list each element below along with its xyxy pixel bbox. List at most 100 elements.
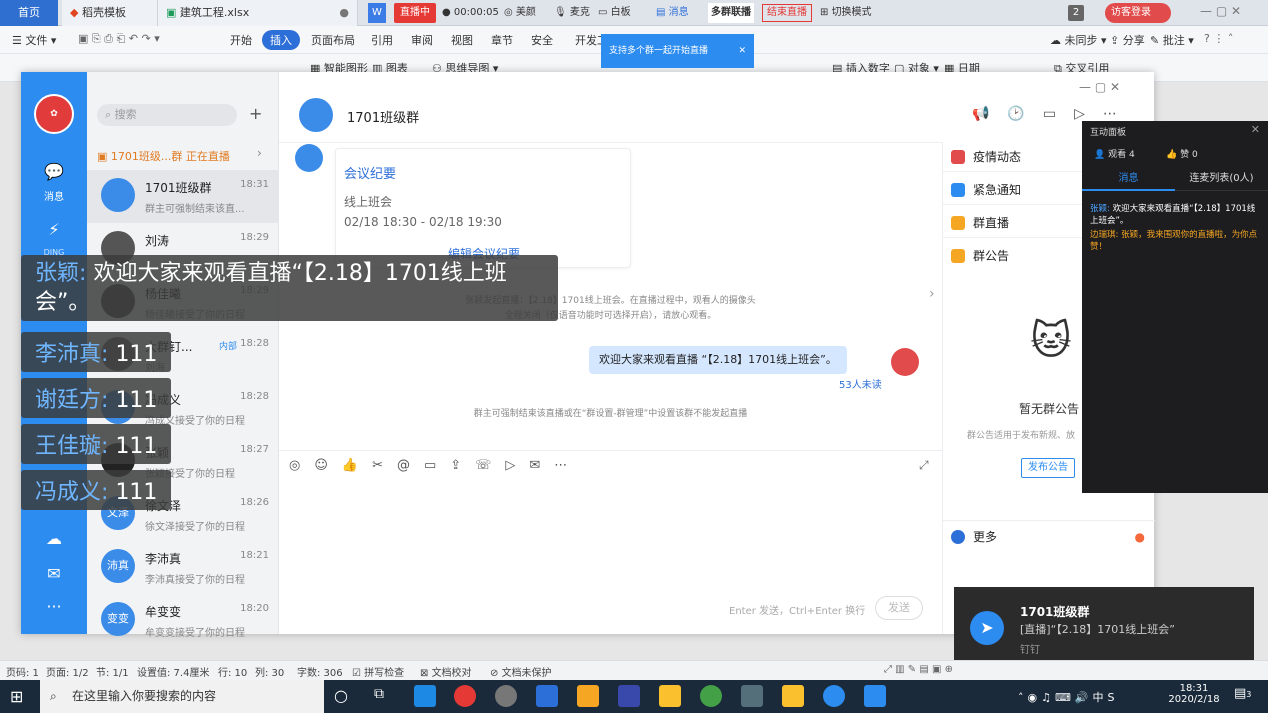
tab-xlsx[interactable]: ▣ 建筑工程.xlsx ● xyxy=(158,0,358,26)
mic-button[interactable]: 🎙 麦克 xyxy=(554,3,590,23)
conversation-item[interactable]: 1701班级群 18:31 群主可强制结束该直... xyxy=(87,170,279,223)
cortana-icon[interactable]: ○ xyxy=(334,686,348,705)
wechat-icon[interactable] xyxy=(700,685,722,707)
ding-icon[interactable]: ⚡ xyxy=(42,218,66,242)
mail-icon[interactable]: ✉ xyxy=(42,562,66,586)
share-button[interactable]: ⇪ 分享 xyxy=(1110,32,1145,48)
sender-avatar[interactable] xyxy=(295,144,323,172)
comment-text: 111 xyxy=(115,480,158,505)
message-icon[interactable]: 💬 xyxy=(42,160,66,184)
live-comment: 谢廷方: 111 xyxy=(21,378,172,418)
taskbar-clock[interactable]: 18:31 2020/2/18 xyxy=(1168,683,1220,705)
wps-writer-icon[interactable] xyxy=(536,685,558,707)
proofread-button[interactable]: ⊠ 文档校对 xyxy=(420,664,472,679)
dt-window-controls[interactable]: — ▢ ✕ xyxy=(1079,80,1120,94)
hint-close-icon[interactable]: ✕ xyxy=(738,34,746,68)
taskbar-search-input[interactable]: ⌕ 在这里输入你要搜索的内容 xyxy=(40,680,324,713)
settings-icon[interactable] xyxy=(495,685,517,707)
menu-insert[interactable]: 插入 xyxy=(262,30,300,50)
sticky-notes-icon[interactable] xyxy=(659,685,681,707)
input-placeholder[interactable]: Enter 发送，Ctrl+Enter 换行 xyxy=(729,602,865,617)
app-red-icon[interactable] xyxy=(454,685,476,707)
conversation-item[interactable]: 沛真 李沛真 18:21 李沛真接受了你的日程 xyxy=(87,541,279,594)
live-comment: 王佳璇: 111 xyxy=(21,424,172,464)
app-blue-icon[interactable] xyxy=(618,685,640,707)
file-explorer-icon[interactable] xyxy=(782,685,804,707)
input-toolbar-icons[interactable]: ◎☺👍✂@▭⇪☏▷✉⋯ xyxy=(289,458,581,473)
status-words[interactable]: 字数: 306 xyxy=(297,664,343,679)
tab-docer[interactable]: ◆ 稻壳模板 xyxy=(62,0,158,26)
windows-start-icon[interactable]: ⊞ xyxy=(10,687,23,706)
action-center-icon[interactable]: ▤3 xyxy=(1234,686,1251,701)
notification-toast[interactable]: ➤ 1701班级群 [直播]“【2.18】1701线上班会” 钉钉 xyxy=(954,587,1254,670)
whiteboard-button[interactable]: ▭ 白板 xyxy=(598,3,631,23)
protect-button[interactable]: ⊘ 文档未保护 xyxy=(490,664,552,679)
group-live-icon xyxy=(951,216,965,230)
viewer-count-value: 观看 4 xyxy=(1108,150,1135,160)
window-count-badge[interactable]: 2 xyxy=(1068,5,1084,21)
menu-view[interactable]: 视图 xyxy=(451,32,473,48)
notes-icon[interactable] xyxy=(577,685,599,707)
help-icon[interactable]: ? ⋮ ˄ xyxy=(1204,32,1233,45)
meeting-card[interactable]: 会议纪要 线上班会 02/18 18:30 - 02/18 19:30 编辑会议… xyxy=(335,148,631,268)
ipanel-message-1: 张颖: 欢迎大家来观看直播“【2.18】1701线上班会”。 xyxy=(1090,203,1262,227)
beauty-button[interactable]: ◎ 美颜 xyxy=(504,3,536,23)
user-avatar[interactable]: ✿ xyxy=(34,94,74,134)
unread-count[interactable]: 53人未读 xyxy=(839,376,882,391)
view-mode-icons[interactable]: ⤢ ▥ ✎ ▤ ▣ ⊕ xyxy=(884,664,953,675)
spell-check-button[interactable]: ☑ 拼写检查 xyxy=(352,664,404,679)
menu-chapter[interactable]: 章节 xyxy=(491,32,513,48)
collapse-chevron-icon[interactable]: › xyxy=(929,286,935,302)
announcement-icon xyxy=(951,249,965,263)
ipanel-close-icon[interactable]: ✕ xyxy=(1251,123,1260,136)
ime-lang[interactable]: 中 xyxy=(1093,691,1108,704)
quick-access-icons[interactable]: ▣ ⎘ ⎙ ⎗ ↶ ↷ ▾ xyxy=(78,32,160,46)
tab-close-icon[interactable]: ● xyxy=(339,0,349,26)
menu-security[interactable]: 安全 xyxy=(531,32,553,48)
live-app-icon[interactable] xyxy=(864,685,886,707)
more-icon[interactable]: ··· xyxy=(42,595,66,619)
live-banner[interactable]: ▣ 1701班级...群 正在直播 xyxy=(97,148,230,164)
menu-page-layout[interactable]: 页面布局 xyxy=(311,32,355,48)
app-gray-icon[interactable] xyxy=(741,685,763,707)
edge-icon[interactable] xyxy=(414,685,436,707)
chat-header-icons[interactable]: 📢🕑▭▷⋯ xyxy=(972,106,1135,122)
multi-group-button[interactable]: 多群联播 xyxy=(708,3,754,23)
ipanel-tab-messages[interactable]: 消息 xyxy=(1082,169,1175,191)
send-button[interactable]: 发送 xyxy=(875,596,923,620)
system-tray-icons[interactable]: ˄◉♫⌨🔊中S xyxy=(1018,689,1119,705)
window-controls[interactable]: — ▢ ✕ xyxy=(1200,4,1241,18)
group-avatar[interactable] xyxy=(299,98,333,132)
publish-announcement-button[interactable]: 发布公告 xyxy=(1021,458,1075,478)
add-button[interactable]: + xyxy=(249,104,262,123)
tab-home[interactable]: 首页 xyxy=(0,0,58,26)
menu-start[interactable]: 开始 xyxy=(230,32,252,48)
conversation-item[interactable]: 变变 牟变变 18:20 牟变变接受了你的日程 xyxy=(87,594,279,647)
menu-review[interactable]: 审阅 xyxy=(411,32,433,48)
conversation-preview: 李沛真接受了你的日程 xyxy=(145,575,245,586)
notif-app: 钉钉 xyxy=(1020,645,1040,656)
file-menu[interactable]: ☰ 文件 ▾ xyxy=(12,32,56,48)
search-input[interactable]: ⌕ 搜索 xyxy=(97,104,237,126)
guest-login-button[interactable]: 访客登录 xyxy=(1105,3,1171,23)
my-avatar[interactable] xyxy=(891,348,919,376)
cloud-icon[interactable]: ☁ xyxy=(42,527,66,551)
sync-button[interactable]: ☁ 未同步 ▾ xyxy=(1050,32,1107,48)
annotate-button[interactable]: ✎ 批注 ▾ xyxy=(1150,32,1194,48)
card-time: 02/18 18:30 - 02/18 19:30 xyxy=(344,215,502,229)
menu-references[interactable]: 引用 xyxy=(371,32,393,48)
rp-more[interactable]: 更多 ● xyxy=(943,522,1155,552)
live-comment: 冯成义: 111 xyxy=(21,470,172,510)
search-icon: ⌕ xyxy=(50,689,57,703)
like-count: 👍 赞 0 xyxy=(1166,150,1198,160)
my-message-bubble[interactable]: 欢迎大家来观看直播 “【2.18】1701线上班会”。 xyxy=(589,346,847,374)
dingtalk-icon[interactable] xyxy=(823,685,845,707)
end-live-button[interactable]: 结束直播 xyxy=(762,4,812,22)
ipanel-tab-mic-list[interactable]: 连麦列表(0人) xyxy=(1175,169,1268,191)
switch-mode-button[interactable]: ⊞ 切换模式 xyxy=(820,3,872,23)
epidemic-icon xyxy=(951,150,965,164)
live-message-button[interactable]: ▤ 消息 xyxy=(656,3,689,23)
expand-icon[interactable]: ⤢ xyxy=(919,458,929,473)
conversation-time: 18:28 xyxy=(240,338,269,349)
task-view-icon[interactable]: ⧉ xyxy=(374,686,384,702)
